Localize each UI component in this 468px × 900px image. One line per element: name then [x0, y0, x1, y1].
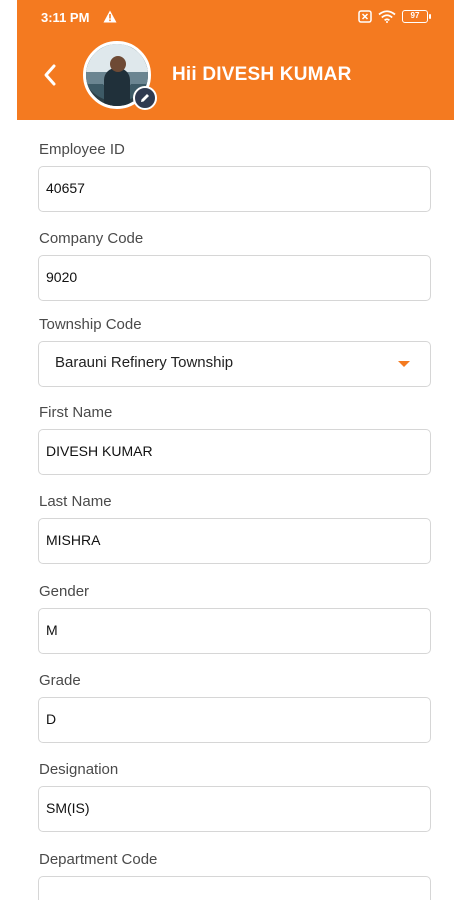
grade-label: Grade — [39, 672, 81, 689]
department-code-label: Department Code — [39, 851, 158, 868]
township-code-select[interactable]: Barauni Refinery Township — [38, 341, 431, 387]
first-name-field[interactable]: DIVESH KUMAR — [38, 429, 431, 475]
greeting-title: Hii DIVESH KUMAR — [172, 64, 352, 85]
warning-icon — [103, 10, 117, 23]
company-code-label: Company Code — [39, 230, 144, 247]
grade-field[interactable]: D — [38, 697, 431, 743]
sim-off-icon — [358, 10, 372, 23]
battery-icon: 97 — [402, 10, 431, 23]
employee-id-label: Employee ID — [39, 141, 125, 158]
first-name-label: First Name — [39, 404, 113, 421]
wifi-icon — [378, 10, 396, 23]
pencil-icon — [141, 94, 149, 102]
designation-field[interactable]: SM(IS) — [38, 786, 431, 832]
department-code-field[interactable] — [38, 876, 431, 900]
last-name-label: Last Name — [39, 493, 112, 510]
app-header: 3:11 PM 97 Hii DIVESH KUMAR — [17, 0, 454, 120]
status-time: 3:11 PM — [41, 10, 90, 25]
chevron-down-icon — [398, 361, 410, 367]
township-code-value: Barauni Refinery Township — [55, 354, 234, 371]
company-code-field[interactable]: 9020 — [38, 255, 431, 301]
township-code-label: Township Code — [39, 316, 142, 333]
gender-label: Gender — [39, 583, 90, 600]
edit-avatar-button[interactable] — [133, 86, 157, 110]
status-icons: 97 — [358, 10, 431, 23]
gender-field[interactable]: M — [38, 608, 431, 654]
employee-id-field[interactable]: 40657 — [38, 166, 431, 212]
last-name-field[interactable]: MISHRA — [38, 518, 431, 564]
back-arrow-icon[interactable] — [41, 62, 59, 88]
status-bar: 3:11 PM 97 — [17, 0, 454, 36]
screen: 3:11 PM 97 Hii DIVESH KUMAR Employee ID … — [17, 0, 454, 900]
designation-label: Designation — [39, 761, 119, 778]
